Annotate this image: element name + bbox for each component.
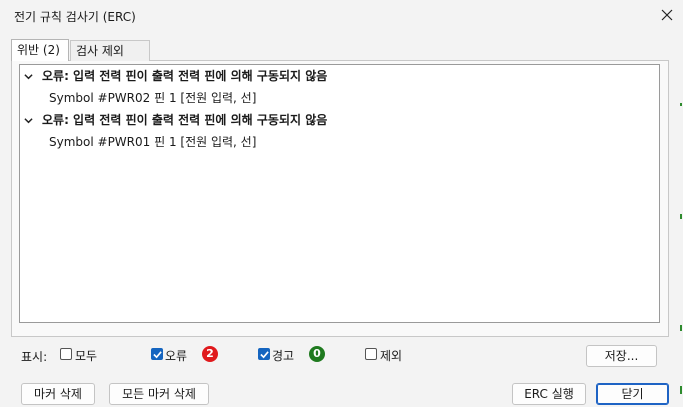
violation-row[interactable]: 오류: 입력 전력 핀이 출력 전력 핀에 의해 구동되지 않음 bbox=[20, 110, 659, 130]
violation-row[interactable]: 오류: 입력 전력 핀이 출력 전력 핀에 의해 구동되지 않음 bbox=[20, 66, 659, 86]
chevron-down-icon[interactable] bbox=[24, 116, 33, 125]
run-erc-button[interactable]: ERC 실행 bbox=[512, 383, 586, 405]
show-filter-label: 표시: bbox=[21, 350, 48, 364]
save-report-button[interactable]: 저장... bbox=[586, 345, 657, 367]
show-warnings-label: 경고 bbox=[272, 349, 295, 363]
background-window-edge bbox=[680, 103, 682, 394]
violation-item-row[interactable]: Symbol #PWR02 핀 1 [전원 입력, 선] bbox=[20, 88, 659, 108]
delete-marker-button[interactable]: 마커 삭제 bbox=[21, 383, 95, 405]
violation-item-row[interactable]: Symbol #PWR01 핀 1 [전원 입력, 선] bbox=[20, 132, 659, 152]
window-title: 전기 규칙 검사기 (ERC) bbox=[14, 10, 136, 24]
show-warnings-checkbox[interactable] bbox=[258, 348, 270, 360]
title-bar: 전기 규칙 검사기 (ERC) bbox=[0, 0, 683, 30]
show-excluded-label: 제외 bbox=[380, 349, 403, 363]
close-dialog-button[interactable]: 닫기 bbox=[596, 383, 669, 405]
warning-count-badge: 0 bbox=[309, 346, 325, 362]
tab-violations[interactable]: 위반 (2) bbox=[11, 39, 69, 61]
violation-item: Symbol #PWR02 핀 1 [전원 입력, 선] bbox=[49, 91, 257, 105]
delete-all-markers-button[interactable]: 모든 마커 삭제 bbox=[109, 383, 209, 405]
show-excluded-checkbox[interactable] bbox=[365, 348, 377, 360]
show-errors-label: 오류 bbox=[165, 349, 188, 363]
close-icon bbox=[661, 9, 672, 21]
show-all-checkbox[interactable] bbox=[60, 348, 72, 360]
error-count-badge: 2 bbox=[202, 346, 218, 362]
violation-message: 오류: 입력 전력 핀이 출력 전력 핀에 의해 구동되지 않음 bbox=[42, 69, 328, 83]
violations-list[interactable]: 오류: 입력 전력 핀이 출력 전력 핀에 의해 구동되지 않음 Symbol … bbox=[19, 64, 660, 323]
violation-message: 오류: 입력 전력 핀이 출력 전력 핀에 의해 구동되지 않음 bbox=[42, 113, 328, 127]
violation-item: Symbol #PWR01 핀 1 [전원 입력, 선] bbox=[49, 135, 257, 149]
checkmark-icon bbox=[260, 351, 269, 359]
tab-exclusions[interactable]: 검사 제외 (4) bbox=[70, 40, 150, 78]
checkmark-icon bbox=[153, 351, 162, 359]
chevron-down-icon[interactable] bbox=[24, 72, 33, 81]
show-errors-checkbox[interactable] bbox=[151, 348, 163, 360]
show-all-label: 모두 bbox=[75, 349, 98, 363]
